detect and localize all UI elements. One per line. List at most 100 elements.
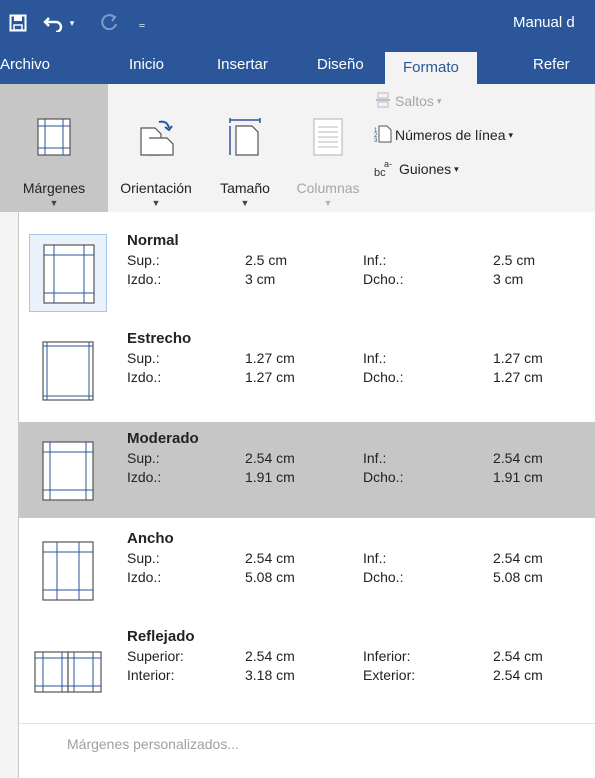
- option-title: Ancho: [127, 530, 174, 547]
- option-title: Reflejado: [127, 628, 195, 645]
- tab-insertar[interactable]: Insertar: [217, 46, 268, 84]
- label-left: Izdo.:: [127, 469, 162, 485]
- margin-option-reflejado[interactable]: Reflejado Superior: 2.54 cm Inferior: 2.…: [19, 620, 595, 716]
- value-left: 1.91 cm: [245, 469, 295, 485]
- undo-dropdown-icon[interactable]: ▾: [66, 10, 78, 36]
- margins-dropdown-menu: Normal Sup.: 2.5 cm Inf.: 2.5 cm Izdo.: …: [18, 212, 595, 778]
- guiones-label: Guiones: [399, 161, 452, 177]
- customize-icon[interactable]: ₌: [134, 10, 150, 36]
- chevron-down-icon: ▼: [240, 198, 250, 208]
- value-bottom: 2.54 cm: [493, 648, 543, 664]
- label-right: Dcho.:: [363, 271, 404, 287]
- chevron-down-icon: ▾: [454, 163, 459, 174]
- label-right: Dcho.:: [363, 469, 404, 485]
- tamano-label: Tamaño: [220, 180, 270, 196]
- label-bottom: Inf.:: [363, 252, 387, 268]
- margins-icon: [37, 118, 71, 159]
- document-background: [0, 212, 18, 778]
- orientation-icon: [137, 118, 175, 159]
- numeros-linea-button[interactable]: 123 Números de línea ▾: [374, 124, 513, 146]
- label-left: Izdo.:: [127, 569, 162, 585]
- label-top: Sup.:: [127, 550, 160, 566]
- value-bottom: 2.54 cm: [493, 550, 543, 566]
- value-top: 2.5 cm: [245, 252, 288, 268]
- menu-divider: [19, 723, 595, 724]
- option-title: Moderado: [127, 430, 199, 447]
- value-top: 2.54 cm: [245, 648, 295, 664]
- ribbon: Márgenes ▼ Orientación ▼ Tamaño ▼ Column…: [0, 84, 595, 213]
- chevron-down-icon: ▼: [323, 198, 333, 208]
- value-right: 5.08 cm: [493, 569, 543, 585]
- orientacion-button[interactable]: Orientación ▼: [110, 84, 202, 212]
- chevron-down-icon: ▾: [436, 95, 442, 106]
- label-bottom: Inferior:: [363, 648, 411, 664]
- margenes-label: Márgenes: [22, 180, 86, 196]
- option-title: Normal: [127, 232, 179, 249]
- tab-inicio[interactable]: Inicio: [129, 46, 164, 84]
- label-bottom: Inf.:: [363, 350, 387, 366]
- value-top: 2.54 cm: [245, 550, 295, 566]
- label-right: Dcho.:: [363, 369, 404, 385]
- margenes-button[interactable]: Márgenes ▼: [0, 84, 108, 212]
- save-icon[interactable]: [6, 10, 30, 36]
- margin-option-moderado[interactable]: Moderado Sup.: 2.54 cm Inf.: 2.54 cm Izd…: [19, 422, 595, 518]
- tamano-button[interactable]: Tamaño ▼: [204, 84, 286, 212]
- value-right: 1.91 cm: [493, 469, 543, 485]
- hyphenation-icon: bc a-: [374, 159, 396, 180]
- value-left: 1.27 cm: [245, 369, 295, 385]
- numeros-linea-label: Números de línea: [395, 127, 506, 143]
- option-title: Estrecho: [127, 330, 192, 347]
- columns-icon: [313, 118, 343, 159]
- chevron-down-icon: ▼: [49, 198, 59, 208]
- label-left: Interior:: [127, 667, 175, 683]
- value-right: 3 cm: [493, 271, 524, 287]
- value-right: 2.54 cm: [493, 667, 543, 683]
- value-left: 3.18 cm: [245, 667, 295, 683]
- tab-referencias[interactable]: Refer: [533, 46, 570, 84]
- custom-margins-button[interactable]: Márgenes personalizados...: [67, 736, 239, 752]
- breaks-icon: [374, 92, 392, 111]
- title-bar: ▾ ₌ Manual d: [0, 0, 595, 46]
- narrow-margins-icon: [29, 332, 107, 410]
- label-top: Sup.:: [127, 350, 160, 366]
- ribbon-tabs: Archivo Inicio Insertar Diseño Formato R…: [0, 46, 595, 84]
- tab-archivo[interactable]: Archivo: [0, 46, 50, 84]
- guiones-button[interactable]: bc a- Guiones ▾: [374, 158, 459, 180]
- value-left: 5.08 cm: [245, 569, 295, 585]
- moderate-margins-icon: [29, 432, 107, 510]
- tab-formato[interactable]: Formato: [385, 52, 477, 84]
- saltos-label: Saltos: [395, 93, 434, 109]
- label-right: Dcho.:: [363, 569, 404, 585]
- value-right: 1.27 cm: [493, 369, 543, 385]
- value-bottom: 2.5 cm: [493, 252, 536, 268]
- margin-option-estrecho[interactable]: Estrecho Sup.: 1.27 cm Inf.: 1.27 cm Izd…: [19, 322, 595, 418]
- label-top: Superior:: [127, 648, 184, 664]
- columnas-button[interactable]: Columnas ▼: [286, 84, 370, 212]
- tab-diseno[interactable]: Diseño: [317, 46, 364, 84]
- mirrored-margins-icon: [29, 630, 107, 708]
- value-top: 1.27 cm: [245, 350, 295, 366]
- orientacion-label: Orientación: [120, 180, 192, 196]
- value-bottom: 2.54 cm: [493, 450, 543, 466]
- document-title: Manual d: [513, 14, 575, 31]
- label-bottom: Inf.:: [363, 550, 387, 566]
- margin-option-normal[interactable]: Normal Sup.: 2.5 cm Inf.: 2.5 cm Izdo.: …: [19, 224, 595, 320]
- size-icon: [228, 118, 262, 159]
- svg-text:3: 3: [374, 138, 378, 143]
- margin-option-ancho[interactable]: Ancho Sup.: 2.54 cm Inf.: 2.54 cm Izdo.:…: [19, 522, 595, 618]
- line-numbers-icon: 123: [374, 125, 392, 146]
- label-left: Izdo.:: [127, 271, 162, 287]
- value-left: 3 cm: [245, 271, 276, 287]
- normal-margins-icon: [29, 234, 107, 312]
- undo-icon[interactable]: [42, 10, 66, 36]
- chevron-down-icon: ▼: [151, 198, 161, 208]
- columnas-label: Columnas: [296, 180, 360, 196]
- redo-icon[interactable]: [98, 10, 122, 36]
- wide-margins-icon: [29, 532, 107, 610]
- saltos-button[interactable]: Saltos ▾: [374, 90, 441, 112]
- label-bottom: Inf.:: [363, 450, 387, 466]
- label-left: Izdo.:: [127, 369, 162, 385]
- chevron-down-icon: ▾: [508, 129, 514, 140]
- label-right: Exterior:: [363, 667, 416, 683]
- value-top: 2.54 cm: [245, 450, 295, 466]
